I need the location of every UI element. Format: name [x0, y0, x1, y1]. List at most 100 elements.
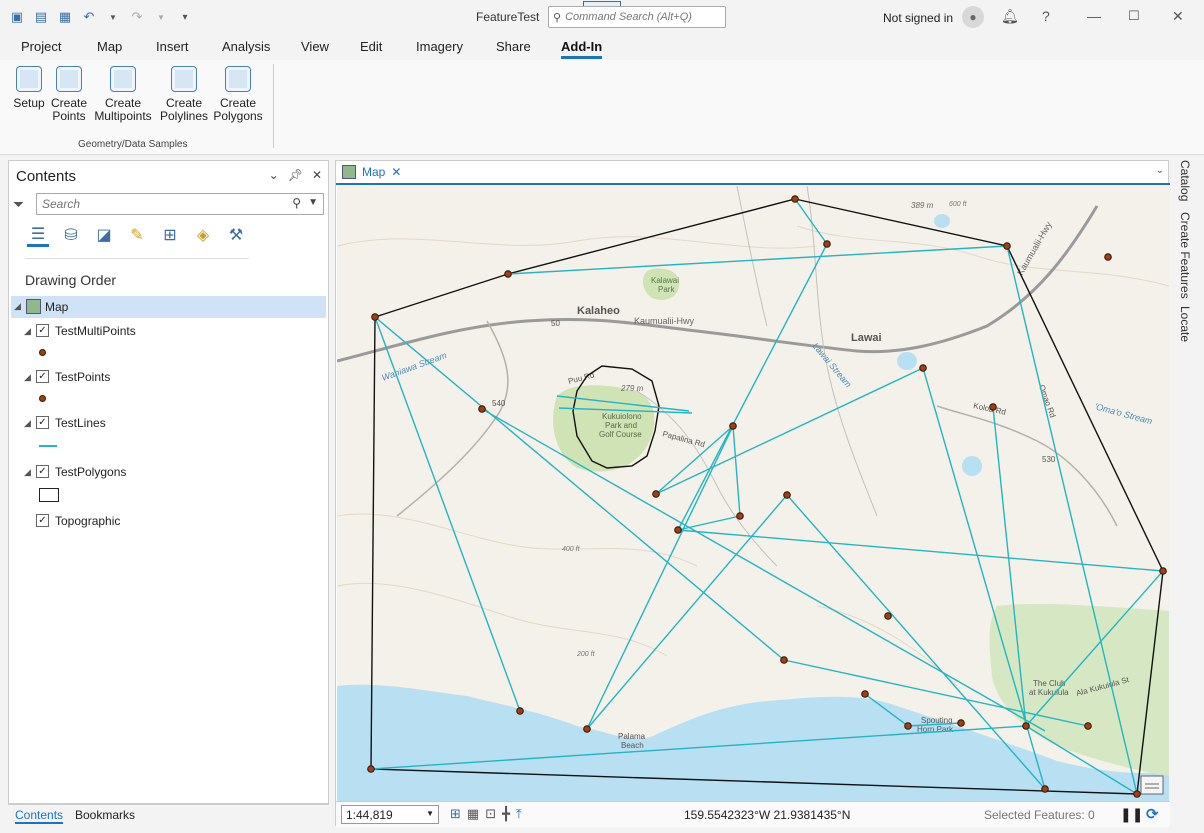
collapse-triangle-icon[interactable]: ◢ [14, 301, 21, 312]
test-point[interactable] [783, 491, 791, 499]
undo-dropdown-icon[interactable]: ▼ [104, 8, 122, 26]
create-points-button[interactable]: Create Points [50, 66, 88, 123]
test-point[interactable] [989, 403, 997, 411]
crosshair-icon[interactable]: ╋ [502, 806, 510, 822]
test-point[interactable] [1084, 722, 1092, 730]
data-source-icon[interactable]: ⛁ [60, 223, 82, 247]
tab-analysis[interactable]: Analysis [222, 39, 270, 54]
map-view-tab[interactable]: Map ✕ [336, 161, 413, 185]
collapse-triangle-icon[interactable]: ◢ [24, 326, 31, 337]
tab-insert[interactable]: Insert [156, 39, 189, 54]
collapse-triangle-icon[interactable]: ◢ [24, 372, 31, 383]
redo-icon[interactable]: ↷ [128, 8, 146, 26]
chevron-down-icon[interactable]: ▼ [426, 809, 434, 818]
user-avatar-icon[interactable]: ● [962, 6, 984, 28]
tab-view[interactable]: View [301, 39, 329, 54]
close-tab-icon[interactable]: ✕ [391, 165, 401, 179]
layer-visibility-checkbox[interactable]: ✓ [36, 370, 49, 383]
create-polygons-button[interactable]: Create Polygons [212, 66, 264, 123]
save-icon[interactable]: ▦ [56, 8, 74, 26]
test-point[interactable] [736, 512, 744, 520]
chevron-down-icon[interactable]: ⌄ [1156, 165, 1164, 176]
layer-visibility-checkbox[interactable]: ✓ [36, 465, 49, 478]
contents-search-field[interactable]: ⚲ ▼ [36, 193, 324, 215]
redo-dropdown-icon[interactable]: ▼ [152, 8, 170, 26]
labeling-icon[interactable]: ◈ [192, 223, 214, 247]
pane-options-icon[interactable]: ⌄ [269, 168, 279, 182]
test-point[interactable] [884, 612, 892, 620]
drawing-order-icon[interactable]: ☰ [27, 223, 49, 247]
test-point[interactable] [504, 270, 512, 278]
selection-icon[interactable]: ◪ [93, 223, 115, 247]
test-point[interactable] [1003, 242, 1011, 250]
dock-tab-locate[interactable]: Locate [1178, 306, 1192, 342]
test-point[interactable] [1159, 567, 1167, 575]
layer-name-testlines[interactable]: TestLines [55, 416, 106, 430]
test-point[interactable] [478, 405, 486, 413]
dock-tab-catalog[interactable]: Catalog [1178, 160, 1192, 201]
test-point[interactable] [583, 725, 591, 733]
layer-name-testpoints[interactable]: TestPoints [55, 370, 110, 384]
test-point[interactable] [1022, 722, 1030, 730]
test-point[interactable] [957, 719, 965, 727]
test-point[interactable] [652, 490, 660, 498]
customize-icon[interactable]: ▾ [176, 8, 194, 26]
scale-selector[interactable]: 1:44,819 ▼ [341, 805, 439, 824]
layer-visibility-checkbox[interactable]: ✓ [36, 416, 49, 429]
tab-map[interactable]: Map [97, 39, 122, 54]
pin-icon[interactable]: 📌︎ [288, 168, 303, 182]
layer-name-testpolygons[interactable]: TestPolygons [55, 465, 126, 479]
snapping-icon[interactable]: ⊞ [159, 223, 181, 247]
tab-project[interactable]: Project [21, 39, 61, 54]
tab-bookmarks[interactable]: Bookmarks [75, 808, 135, 822]
setup-button[interactable]: Setup [13, 66, 45, 110]
test-point[interactable] [1041, 785, 1049, 793]
contents-search-input[interactable] [37, 197, 277, 211]
test-point[interactable] [729, 422, 737, 430]
refresh-icon[interactable]: ⟳ [1146, 805, 1159, 823]
map-canvas[interactable]: Kalaheo Lawai Kaumualii-Hwy Kaumualii-Hw… [337, 186, 1169, 801]
layer-name-testmultipoints[interactable]: TestMultiPoints [55, 324, 136, 338]
test-point[interactable] [674, 526, 682, 534]
zoom-grid-icon[interactable]: ⊞ [450, 806, 461, 822]
filter-icon[interactable]: ⏷ [13, 196, 24, 213]
tab-imagery[interactable]: Imagery [416, 39, 463, 54]
maximize-icon[interactable]: ☐ [1128, 8, 1140, 24]
tab-edit[interactable]: Edit [360, 39, 382, 54]
editing-icon[interactable]: ✎ [126, 223, 148, 247]
test-point[interactable] [823, 240, 831, 248]
tab-share[interactable]: Share [496, 39, 531, 54]
collapse-triangle-icon[interactable]: ◢ [24, 467, 31, 478]
test-point[interactable] [371, 313, 379, 321]
test-point[interactable] [861, 690, 869, 698]
map-svg[interactable]: Kalaheo Lawai Kaumualii-Hwy Kaumualii-Hw… [337, 186, 1169, 801]
tab-contents[interactable]: Contents [15, 808, 64, 824]
test-point[interactable] [904, 722, 912, 730]
notifications-bell-icon[interactable]: 🔔︎ [1001, 8, 1019, 25]
layer-visibility-checkbox[interactable]: ✓ [36, 324, 49, 337]
grid-icon[interactable]: ▦ [467, 806, 479, 822]
dock-tab-create-features[interactable]: Create Features [1178, 212, 1192, 299]
test-point[interactable] [516, 707, 524, 715]
signin-label[interactable]: Not signed in [883, 11, 953, 25]
test-point[interactable] [1133, 790, 1141, 798]
new-project-icon[interactable]: ▣ [8, 8, 26, 26]
charts-icon[interactable]: ⚒ [225, 223, 247, 247]
close-window-icon[interactable]: ✕ [1172, 8, 1184, 25]
search-icon[interactable]: ⚲ [292, 196, 301, 210]
map-tree-node[interactable]: ◢ Map [11, 296, 326, 318]
chevron-down-icon[interactable]: ▼ [308, 197, 318, 208]
layer-name-topographic[interactable]: Topographic [55, 514, 120, 528]
minimize-icon[interactable]: — [1087, 8, 1101, 24]
pause-drawing-icon[interactable]: ❚❚ [1120, 806, 1143, 823]
help-icon[interactable]: ? [1042, 8, 1050, 24]
snapping-grid-icon[interactable]: ⊡ [485, 806, 496, 822]
test-point[interactable] [1104, 253, 1112, 261]
create-polylines-button[interactable]: Create Polylines [159, 66, 209, 123]
create-multipoints-button[interactable]: Create Multipoints [91, 66, 155, 123]
test-point[interactable] [791, 195, 799, 203]
test-point[interactable] [780, 656, 788, 664]
open-folder-icon[interactable]: ▤ [32, 8, 50, 26]
command-search-input[interactable]: ⚲ Command Search (Alt+Q) [548, 6, 726, 28]
collapse-triangle-icon[interactable]: ◢ [24, 418, 31, 429]
